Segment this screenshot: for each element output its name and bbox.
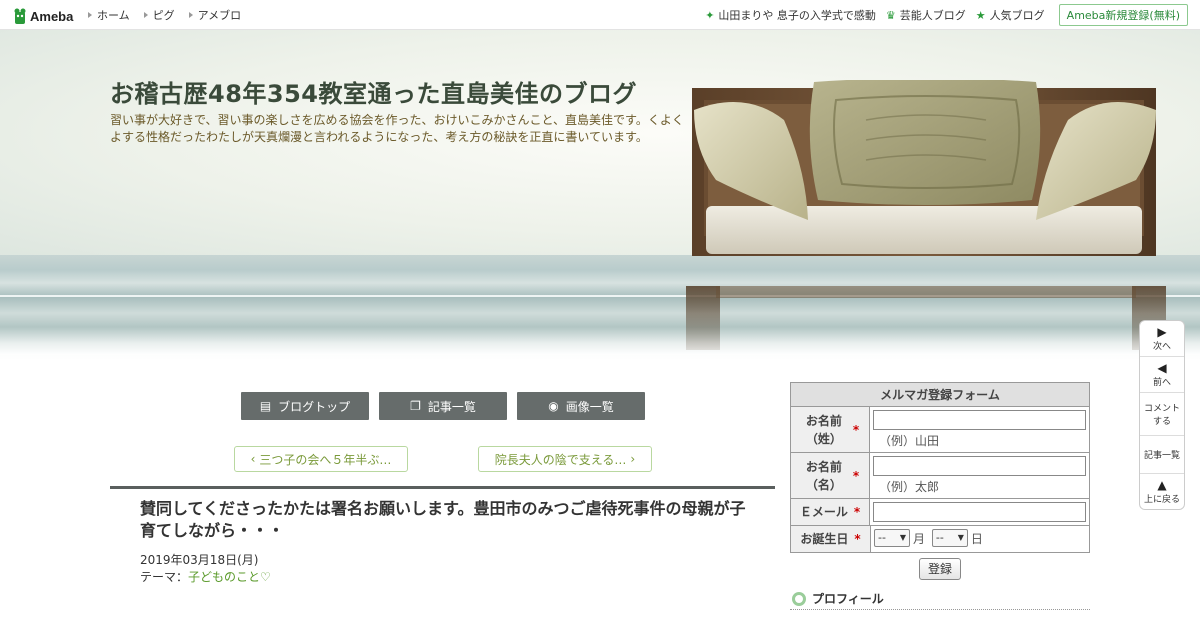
document-icon: ▤ [259, 399, 272, 413]
chevron-left-icon: ‹ [250, 452, 256, 466]
next-article-link[interactable]: 院長夫人の陰で支える… › [478, 446, 652, 472]
first-name-input[interactable] [873, 456, 1086, 476]
nav-ameblo-label: アメブロ [197, 9, 242, 22]
blog-title[interactable]: お稽古歴48年354教室通った直島美佳のブログ [110, 74, 637, 109]
back-to-top-label: 上に戻る [1143, 495, 1180, 505]
required-mark: * [852, 468, 860, 483]
profile-label: プロフィール [812, 592, 884, 606]
birthday-row: お誕生日* --月 --日 [791, 526, 1089, 552]
header-right-links: ✦ 山田まりや 息子の入学式で感動 ♛ 芸能人ブログ ★ 人気ブログ Ameba新規登… [705, 0, 1188, 30]
blog-header: お稽古歴48年354教室通った直島美佳のブログ 習い事が大好きで、習い事の楽しさ… [0, 30, 1200, 360]
trending-topic-link[interactable]: ✦ 山田まりや 息子の入学式で感動 [705, 7, 876, 23]
star-icon: ★ [975, 8, 986, 22]
prev-article-link[interactable]: ‹ 三つ子の会へ５年半ぶ… [234, 446, 408, 472]
floating-side-nav: ▶ 次へ ◀ 前へ コメントする 記事一覧 ▲ 上に戻る [1139, 320, 1185, 510]
nav-home-label: ホーム [97, 9, 130, 22]
newsletter-form: メルマガ登録フォーム お名前（姓） * （例）山田 お名前（名） * （例）太郎 Ｅ… [790, 382, 1090, 553]
article-list-tab-label: 記事一覧 [427, 399, 476, 414]
birthday-label-text: お誕生日 [800, 532, 849, 546]
article-theme: テーマ：子どものこと♡ [140, 568, 271, 585]
popular-blog-link[interactable]: ★ 人気ブログ [976, 7, 1045, 23]
nav-home[interactable]: ホーム [88, 7, 130, 23]
first-name-label: お名前（名） * [791, 453, 870, 498]
birthday-label: お誕生日 * [791, 526, 871, 552]
blog-description: 習い事が大好きで、習い事の楽しさを広める協会を作った、おけいこみかさんこと、直島… [110, 113, 684, 144]
article-date: 2019年03月18日(月) [140, 553, 259, 567]
chevron-right-icon: › [630, 452, 636, 466]
ameba-register-button[interactable]: Ameba新規登録(無料) [1058, 4, 1188, 26]
prev-article-title: 三つ子の会へ５年半ぶ… [259, 452, 392, 467]
ameba-logo-icon [14, 8, 26, 24]
first-name-row: お名前（名） * （例）太郎 [791, 453, 1089, 499]
image-list-label: 画像一覧 [565, 399, 614, 414]
prev-label: 前へ [1152, 378, 1171, 388]
celebrity-blog-link[interactable]: ♛ 芸能人ブログ [886, 7, 966, 23]
birth-month-select[interactable]: -- [874, 529, 910, 547]
theme-label: テーマ： [140, 570, 189, 584]
article-list-label: 記事一覧 [1143, 451, 1180, 461]
triangle-up-icon: ▲ [1157, 478, 1167, 492]
last-name-label-text: お名前（姓） [805, 413, 842, 446]
next-label: 次へ [1152, 342, 1171, 352]
ring-icon [792, 591, 806, 606]
email-label-text: Ｅメール [799, 505, 848, 519]
last-name-input[interactable] [873, 410, 1086, 430]
article-list-tab[interactable]: ❐ 記事一覧 [379, 392, 507, 420]
last-name-label: お名前（姓） * [791, 407, 870, 452]
profile-heading: プロフィール [790, 588, 1090, 610]
back-to-top-button[interactable]: ▲ 上に戻る [1140, 474, 1184, 509]
prev-article-button[interactable]: ◀ 前へ [1140, 357, 1184, 393]
triangle-right-icon [143, 12, 148, 18]
form-heading: メルマガ登録フォーム [791, 383, 1089, 407]
crown-icon: ♛ [885, 8, 896, 22]
global-header: Ameba ホーム ピグ アメブロ ✦ 山田まりや 息子の入学式で感動 ♛ 芸能人ブ… [0, 0, 1200, 30]
last-name-example: （例）山田 [879, 434, 940, 448]
nav-ameblo[interactable]: アメブロ [188, 7, 242, 23]
celebrity-blog-label: 芸能人ブログ [899, 9, 966, 22]
blog-top-button[interactable]: ▤ ブログトップ [241, 392, 369, 420]
copy-icon: ❐ [410, 399, 421, 413]
trending-topic-label: 山田まりや 息子の入学式で感動 [718, 9, 876, 22]
nav-pigg[interactable]: ピグ [143, 7, 175, 23]
image-list-button[interactable]: ◉ 画像一覧 [517, 392, 645, 420]
month-unit: 月 [913, 531, 926, 546]
register-submit-button[interactable]: 登録 [919, 558, 961, 580]
next-article-button[interactable]: ▶ 次へ [1140, 321, 1184, 357]
comment-label: コメントする [1143, 404, 1180, 427]
triangle-right-icon [188, 12, 193, 18]
logo-text: Ameba [30, 8, 74, 24]
play-left-icon: ◀ [1157, 361, 1167, 375]
blog-top-label: ブログトップ [278, 399, 351, 414]
global-nav: ホーム ピグ アメブロ [88, 0, 255, 30]
popular-blog-label: 人気ブログ [989, 9, 1045, 22]
email-row: Ｅメール * [791, 499, 1089, 526]
theme-link[interactable]: 子どものこと♡ [188, 570, 271, 584]
birth-day-select[interactable]: -- [931, 529, 968, 547]
camera-icon: ◉ [548, 399, 559, 413]
email-label: Ｅメール * [791, 499, 870, 525]
article-title[interactable]: 賛同してくださったかたは署名お願いします。豊田市のみつご虐待死事件の母親が子育て… [140, 498, 750, 542]
sofa-image [686, 80, 1166, 350]
article-list-button[interactable]: 記事一覧 [1140, 436, 1184, 474]
last-name-row: お名前（姓） * （例）山田 [791, 407, 1089, 453]
required-mark: * [854, 532, 861, 546]
first-name-example: （例）太郎 [879, 480, 940, 494]
triangle-right-icon [88, 12, 92, 18]
next-article-title: 院長夫人の陰で支える… [494, 452, 627, 467]
comment-button[interactable]: コメントする [1140, 393, 1184, 436]
article-divider [110, 486, 775, 489]
sparkle-icon: ✦ [705, 8, 715, 22]
play-right-icon: ▶ [1157, 325, 1167, 339]
blog-nav-buttons: ▤ ブログトップ ❐ 記事一覧 ◉ 画像一覧 [241, 392, 655, 420]
nav-pigg-label: ピグ [152, 9, 175, 22]
ameba-logo[interactable]: Ameba [13, 6, 73, 26]
required-mark: * [853, 505, 861, 519]
first-name-label-text: お名前（名） [805, 459, 842, 492]
day-unit: 日 [970, 531, 983, 546]
required-mark: * [852, 422, 860, 437]
email-input[interactable] [873, 502, 1086, 522]
